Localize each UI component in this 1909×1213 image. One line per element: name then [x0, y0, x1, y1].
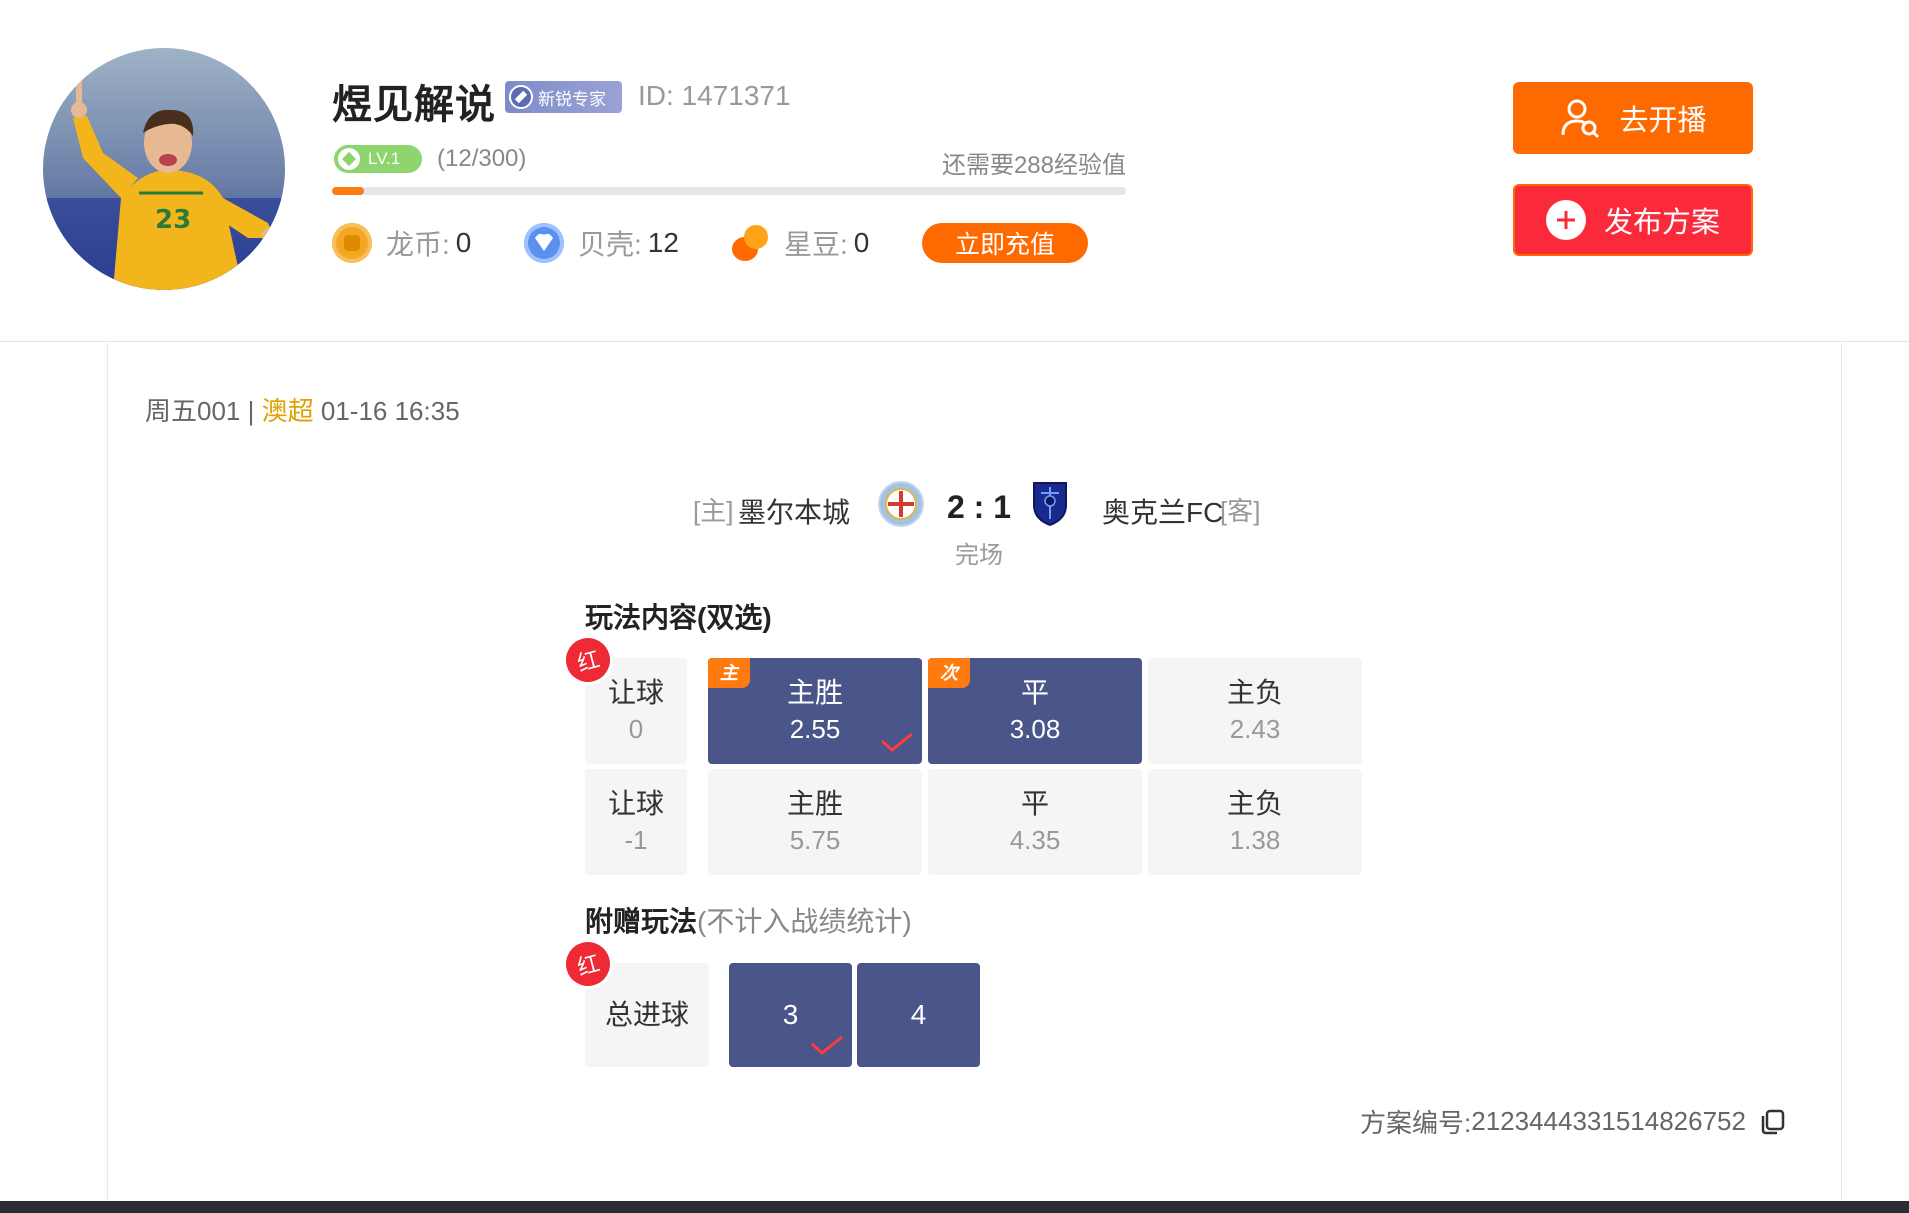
bonus-option-cell[interactable]: 3 — [729, 963, 852, 1067]
star-bean-value: 0 — [853, 227, 870, 258]
plus-circle-icon — [1545, 200, 1586, 240]
shell-label: 贝壳: — [578, 229, 642, 260]
option-cell[interactable]: 主 主胜 2.55 — [708, 658, 922, 764]
avatar-image: 23 — [43, 48, 285, 290]
profile-header: 23 煜见解说 新锐专家 ID: 1471371 LV.1 (12/300) 还… — [0, 0, 1909, 342]
wallet-star-bean: 星豆: 0 — [730, 222, 869, 264]
option-cell[interactable]: 主胜 5.75 — [708, 769, 922, 875]
option-label: 主负 — [1226, 677, 1283, 708]
primary-pick-tag: 主 — [708, 658, 750, 688]
level-progress-bar — [332, 187, 1126, 195]
plan-number-label: 方案编号: — [1360, 1108, 1472, 1138]
long-coin-value: 0 — [455, 227, 472, 258]
option-label: 主负 — [1226, 788, 1283, 819]
option-odds: 2.43 — [1229, 714, 1281, 744]
away-team-name: 奥克兰FC — [1102, 497, 1224, 528]
option-label: 平 — [1020, 788, 1049, 819]
option-cell[interactable]: 平 4.35 — [928, 769, 1142, 875]
shell-value: 12 — [647, 227, 679, 258]
go-live-button[interactable]: 去开播 — [1513, 82, 1753, 154]
avatar[interactable]: 23 — [43, 48, 285, 290]
handicap-label: 让球 — [607, 677, 664, 708]
bonus-option-cell[interactable]: 4 — [857, 963, 980, 1067]
option-label: 主胜 — [786, 788, 843, 819]
main-play-subtitle: (双选) — [697, 602, 772, 633]
bonus-play-title: 附赠玩法(不计入战绩统计) — [585, 900, 912, 940]
go-live-label: 去开播 — [1619, 105, 1707, 137]
plan-detail-panel: 周五001 | 澳超 01-16 16:35 [主] 墨尔本城 2 : 1 奥克… — [107, 343, 1842, 1201]
league-name[interactable]: 澳超 — [262, 396, 314, 426]
home-team-logo-icon — [878, 481, 924, 527]
correct-check-icon — [880, 732, 913, 752]
bonus-option-label: 4 — [910, 999, 927, 1030]
expert-badge: 新锐专家 — [505, 81, 622, 113]
svg-text:23: 23 — [155, 205, 191, 235]
bottom-bar — [0, 1201, 1909, 1213]
star-bean-icon — [730, 223, 770, 263]
option-odds: 5.75 — [789, 825, 841, 855]
meta-separator: | — [247, 396, 255, 426]
level-badge: LV.1 — [334, 145, 422, 173]
exp-needed-text: 还需要288经验值 — [941, 152, 1126, 179]
option-cell[interactable]: 主负 2.43 — [1148, 658, 1362, 764]
match-week-code: 周五001 — [145, 396, 241, 426]
bonus-play-title-text: 附赠玩法 — [585, 906, 698, 937]
main-play-title-text: 玩法内容 — [585, 602, 698, 633]
option-odds: 3.08 — [1009, 714, 1061, 744]
streamer-name: 煜见解说 — [332, 83, 496, 127]
dragon-coin-icon — [332, 223, 372, 263]
level-progress-text: (12/300) — [437, 145, 527, 172]
level-label: LV.1 — [368, 149, 401, 168]
live-user-icon — [1559, 97, 1601, 139]
total-goals-label: 总进球 — [604, 999, 689, 1030]
expert-badge-label: 新锐专家 — [538, 89, 606, 109]
home-tag: [主] — [693, 496, 734, 526]
level-progress-fill — [332, 187, 364, 195]
option-odds: 2.55 — [789, 714, 841, 744]
copy-icon[interactable] — [1758, 1108, 1786, 1136]
plan-number-value: 2123444331514826752 — [1471, 1106, 1746, 1136]
level-icon — [338, 148, 360, 170]
shell-icon — [524, 223, 564, 263]
publish-plan-label: 发布方案 — [1603, 207, 1720, 239]
handicap-value: -1 — [624, 825, 648, 855]
option-cell[interactable]: 次 平 3.08 — [928, 658, 1142, 764]
correct-check-icon — [810, 1035, 843, 1055]
bonus-play-note: (不计入战绩统计) — [697, 906, 912, 937]
match-status: 完场 — [955, 542, 1003, 569]
handicap-label: 让球 — [607, 788, 664, 819]
option-odds: 4.35 — [1009, 825, 1061, 855]
option-cell[interactable]: 主负 1.38 — [1148, 769, 1362, 875]
wallet-shell: 贝壳: 12 — [524, 222, 679, 264]
publish-plan-button[interactable]: 发布方案 — [1513, 184, 1753, 256]
long-coin-label: 龙币: — [386, 229, 450, 260]
home-team-name: 墨尔本城 — [738, 497, 851, 528]
user-id: ID: 1471371 — [638, 80, 791, 111]
plan-number: 方案编号: 2123444331514826752 — [1360, 1103, 1786, 1140]
bonus-option-label: 3 — [782, 999, 799, 1030]
recharge-button[interactable]: 立即充值 — [922, 223, 1088, 263]
main-play-title: 玩法内容(双选) — [585, 596, 772, 636]
away-tag: [客] — [1220, 496, 1261, 526]
handicap-cell: 让球 -1 — [585, 769, 687, 875]
match-meta: 周五001 | 澳超 01-16 16:35 — [145, 391, 460, 428]
option-label: 平 — [1020, 677, 1049, 708]
handicap-value: 0 — [628, 714, 644, 744]
match-score: 2 : 1 — [946, 489, 1012, 525]
diamond-icon — [509, 85, 533, 109]
wallet-long-coin: 龙币: 0 — [332, 222, 471, 264]
secondary-pick-tag: 次 — [928, 658, 970, 688]
away-team-logo-icon — [1033, 482, 1067, 527]
match-datetime: 01-16 16:35 — [320, 396, 460, 426]
option-label: 主胜 — [786, 677, 843, 708]
option-odds: 1.38 — [1229, 825, 1281, 855]
star-bean-label: 星豆: — [784, 229, 848, 260]
